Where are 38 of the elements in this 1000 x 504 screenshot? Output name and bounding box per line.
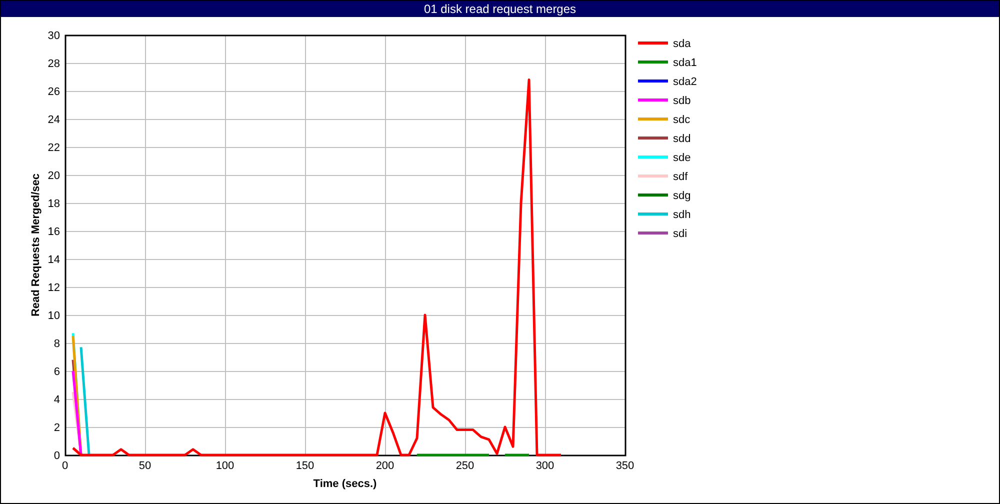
y-tick-label: 18 bbox=[48, 198, 60, 210]
legend-label: sdi bbox=[673, 228, 688, 240]
y-tick-label: 2 bbox=[54, 422, 60, 434]
y-tick-label: 20 bbox=[48, 170, 60, 182]
y-tick-label: 22 bbox=[48, 142, 60, 154]
y-tick-label: 16 bbox=[48, 226, 60, 238]
y-tick-label: 10 bbox=[48, 310, 60, 322]
y-tick-label: 6 bbox=[54, 366, 60, 378]
x-tick-label: 100 bbox=[216, 460, 234, 472]
window-title: 01 disk read request merges bbox=[1, 1, 999, 17]
y-tick-label: 14 bbox=[48, 254, 60, 266]
x-axis-label: Time (secs.) bbox=[313, 478, 377, 490]
x-tick-label: 0 bbox=[62, 460, 68, 472]
y-tick-label: 12 bbox=[48, 282, 60, 294]
legend-label: sda2 bbox=[673, 76, 697, 88]
x-tick-label: 350 bbox=[616, 460, 634, 472]
y-axis-label: Read Requests Merged/sec bbox=[30, 173, 42, 317]
y-tick-label: 30 bbox=[48, 30, 60, 42]
legend-label: sdd bbox=[673, 133, 691, 145]
y-tick-label: 26 bbox=[48, 86, 60, 98]
legend-label: sda1 bbox=[673, 57, 697, 69]
legend-label: sdf bbox=[673, 171, 688, 183]
legend-label: sdg bbox=[673, 190, 691, 202]
legend-label: sde bbox=[673, 152, 691, 164]
y-tick-label: 0 bbox=[54, 450, 60, 462]
legend-label: sdc bbox=[673, 114, 690, 126]
x-tick-label: 150 bbox=[296, 460, 314, 472]
x-tick-label: 50 bbox=[138, 460, 152, 472]
legend-label: sdb bbox=[673, 95, 691, 107]
y-tick-label: 8 bbox=[54, 338, 60, 350]
y-tick-label: 28 bbox=[48, 58, 60, 70]
x-tick-label: 200 bbox=[376, 460, 394, 472]
x-tick-label: 300 bbox=[536, 460, 554, 472]
legend-label: sda bbox=[673, 38, 691, 50]
legend-label: sdh bbox=[673, 209, 691, 221]
y-tick-label: 24 bbox=[48, 114, 60, 126]
x-tick-label: 250 bbox=[456, 460, 474, 472]
y-tick-label: 4 bbox=[54, 394, 60, 406]
